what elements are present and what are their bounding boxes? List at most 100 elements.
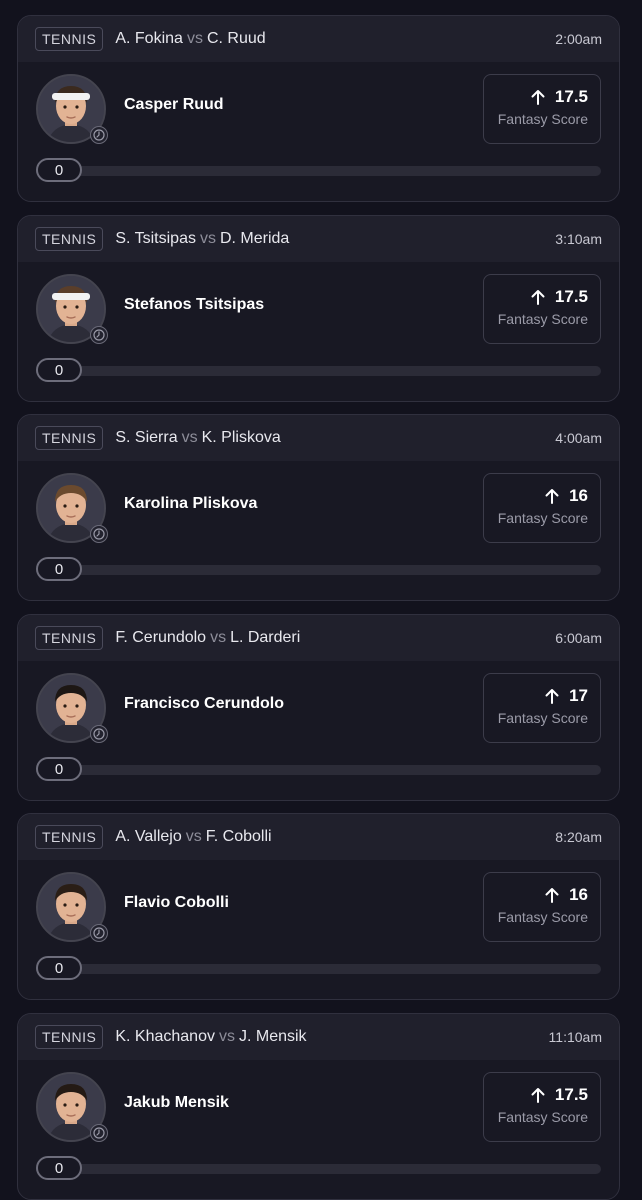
card-header: TENNIS A. Vallejo vs F. Cobolli 8:20am: [18, 814, 619, 860]
projection-card[interactable]: TENNIS S. Sierra vs K. Pliskova 4:00am K…: [17, 414, 620, 601]
arrow-up-icon: [545, 689, 559, 704]
clock-icon: [90, 924, 108, 942]
projection-card[interactable]: TENNIS S. Tsitsipas vs D. Merida 3:10am …: [17, 215, 620, 402]
avatar-wrap[interactable]: [36, 872, 108, 942]
matchup-player-2: F. Cobolli: [205, 828, 272, 845]
arrow-up-icon: [531, 290, 545, 305]
matchup-player-2: L. Darderi: [230, 629, 301, 646]
clock-icon: [90, 725, 108, 743]
matchup: S. Tsitsipas vs D. Merida: [115, 230, 555, 248]
card-header: TENNIS S. Tsitsipas vs D. Merida 3:10am: [18, 216, 619, 262]
matchup: A. Fokina vs C. Ruud: [115, 30, 555, 48]
matchup: A. Vallejo vs F. Cobolli: [115, 828, 555, 846]
sport-badge: TENNIS: [35, 825, 104, 849]
score-line: 17: [484, 686, 588, 706]
matchup-player-1: A. Vallejo: [115, 828, 182, 845]
progress-pill: 0: [36, 1156, 82, 1180]
progress-pill: 0: [36, 158, 82, 182]
match-time: 2:00am: [555, 31, 602, 47]
progress-pill: 0: [36, 557, 82, 581]
card-body: Jakub Mensik 17.5 Fantasy Score 0: [18, 1060, 619, 1199]
score-line: 17.5: [484, 1085, 588, 1105]
card-header: TENNIS A. Fokina vs C. Ruud 2:00am: [18, 16, 619, 62]
sport-badge: TENNIS: [35, 27, 104, 51]
avatar-wrap[interactable]: [36, 74, 108, 144]
card-header: TENNIS K. Khachanov vs J. Mensik 11:10am: [18, 1014, 619, 1060]
avatar-wrap[interactable]: [36, 274, 108, 344]
score-value: 17.5: [554, 87, 588, 106]
card-body: Casper Ruud 17.5 Fantasy Score 0: [18, 62, 619, 201]
score-label: Fantasy Score: [497, 311, 588, 327]
matchup-player-1: F. Cerundolo: [115, 629, 207, 646]
fantasy-score-button[interactable]: 17 Fantasy Score: [483, 673, 601, 743]
card-body: Karolina Pliskova 16 Fantasy Score 0: [18, 461, 619, 600]
score-line: 16: [484, 885, 588, 905]
matchup-player-1: K. Khachanov: [115, 1028, 215, 1045]
matchup: F. Cerundolo vs L. Darderi: [115, 629, 555, 647]
sport-badge: TENNIS: [35, 626, 104, 650]
projection-card[interactable]: TENNIS A. Vallejo vs F. Cobolli 8:20am F…: [17, 813, 620, 1000]
avatar-wrap[interactable]: [36, 673, 108, 743]
score-label: Fantasy Score: [497, 710, 588, 726]
arrow-up-icon: [531, 1088, 545, 1103]
clock-icon: [90, 525, 108, 543]
matchup: K. Khachanov vs J. Mensik: [115, 1028, 548, 1046]
clock-icon: [90, 1124, 108, 1142]
score-value: 16: [569, 486, 588, 505]
score-line: 17.5: [484, 87, 588, 107]
match-time: 6:00am: [555, 630, 602, 646]
player-name[interactable]: Flavio Cobolli: [124, 894, 229, 912]
player-name[interactable]: Francisco Cerundolo: [124, 695, 284, 713]
sport-badge: TENNIS: [35, 227, 104, 251]
matchup-player-2: D. Merida: [219, 230, 290, 247]
arrow-up-icon: [545, 489, 559, 504]
card-header: TENNIS F. Cerundolo vs L. Darderi 6:00am: [18, 615, 619, 661]
progress-pill: 0: [36, 757, 82, 781]
score-label: Fantasy Score: [497, 1109, 588, 1125]
sport-badge: TENNIS: [35, 1025, 104, 1049]
progress-track: [36, 964, 601, 974]
card-body: Flavio Cobolli 16 Fantasy Score 0: [18, 860, 619, 999]
matchup-vs: vs: [199, 230, 216, 247]
avatar-wrap[interactable]: [36, 1072, 108, 1142]
arrow-up-icon: [545, 888, 559, 903]
fantasy-score-button[interactable]: 16 Fantasy Score: [483, 872, 601, 942]
fantasy-score-button[interactable]: 16 Fantasy Score: [483, 473, 601, 543]
progress-track: [36, 366, 601, 376]
projection-card[interactable]: TENNIS A. Fokina vs C. Ruud 2:00am Caspe…: [17, 15, 620, 202]
score-value: 17.5: [554, 1085, 588, 1104]
score-value: 17.5: [554, 287, 588, 306]
fantasy-score-button[interactable]: 17.5 Fantasy Score: [483, 274, 601, 344]
matchup-vs: vs: [181, 429, 198, 446]
projection-card[interactable]: TENNIS F. Cerundolo vs L. Darderi 6:00am…: [17, 614, 620, 801]
score-label: Fantasy Score: [497, 510, 588, 526]
player-name[interactable]: Stefanos Tsitsipas: [124, 296, 264, 314]
matchup-vs: vs: [186, 30, 203, 47]
matchup-player-2: J. Mensik: [238, 1028, 307, 1045]
matchup-vs: vs: [218, 1028, 235, 1045]
matchup-vs: vs: [210, 629, 227, 646]
projection-card[interactable]: TENNIS K. Khachanov vs J. Mensik 11:10am…: [17, 1013, 620, 1200]
score-line: 16: [484, 486, 588, 506]
matchup-player-1: A. Fokina: [115, 30, 183, 47]
match-time: 3:10am: [555, 231, 602, 247]
player-name[interactable]: Jakub Mensik: [124, 1094, 229, 1112]
matchup-player-1: S. Sierra: [115, 429, 178, 446]
player-name[interactable]: Karolina Pliskova: [124, 495, 257, 513]
projection-list: TENNIS A. Fokina vs C. Ruud 2:00am Caspe…: [0, 0, 642, 1200]
progress-pill: 0: [36, 956, 82, 980]
avatar-wrap[interactable]: [36, 473, 108, 543]
fantasy-score-button[interactable]: 17.5 Fantasy Score: [483, 1072, 601, 1142]
score-line: 17.5: [484, 287, 588, 307]
player-name[interactable]: Casper Ruud: [124, 96, 224, 114]
progress-pill: 0: [36, 358, 82, 382]
fantasy-score-button[interactable]: 17.5 Fantasy Score: [483, 74, 601, 144]
match-time: 4:00am: [555, 430, 602, 446]
matchup-player-2: C. Ruud: [206, 30, 266, 47]
score-value: 17: [569, 686, 588, 705]
matchup-vs: vs: [185, 828, 202, 845]
match-time: 8:20am: [555, 829, 602, 845]
card-body: Stefanos Tsitsipas 17.5 Fantasy Score 0: [18, 262, 619, 401]
progress-track: [36, 1164, 601, 1174]
clock-icon: [90, 326, 108, 344]
